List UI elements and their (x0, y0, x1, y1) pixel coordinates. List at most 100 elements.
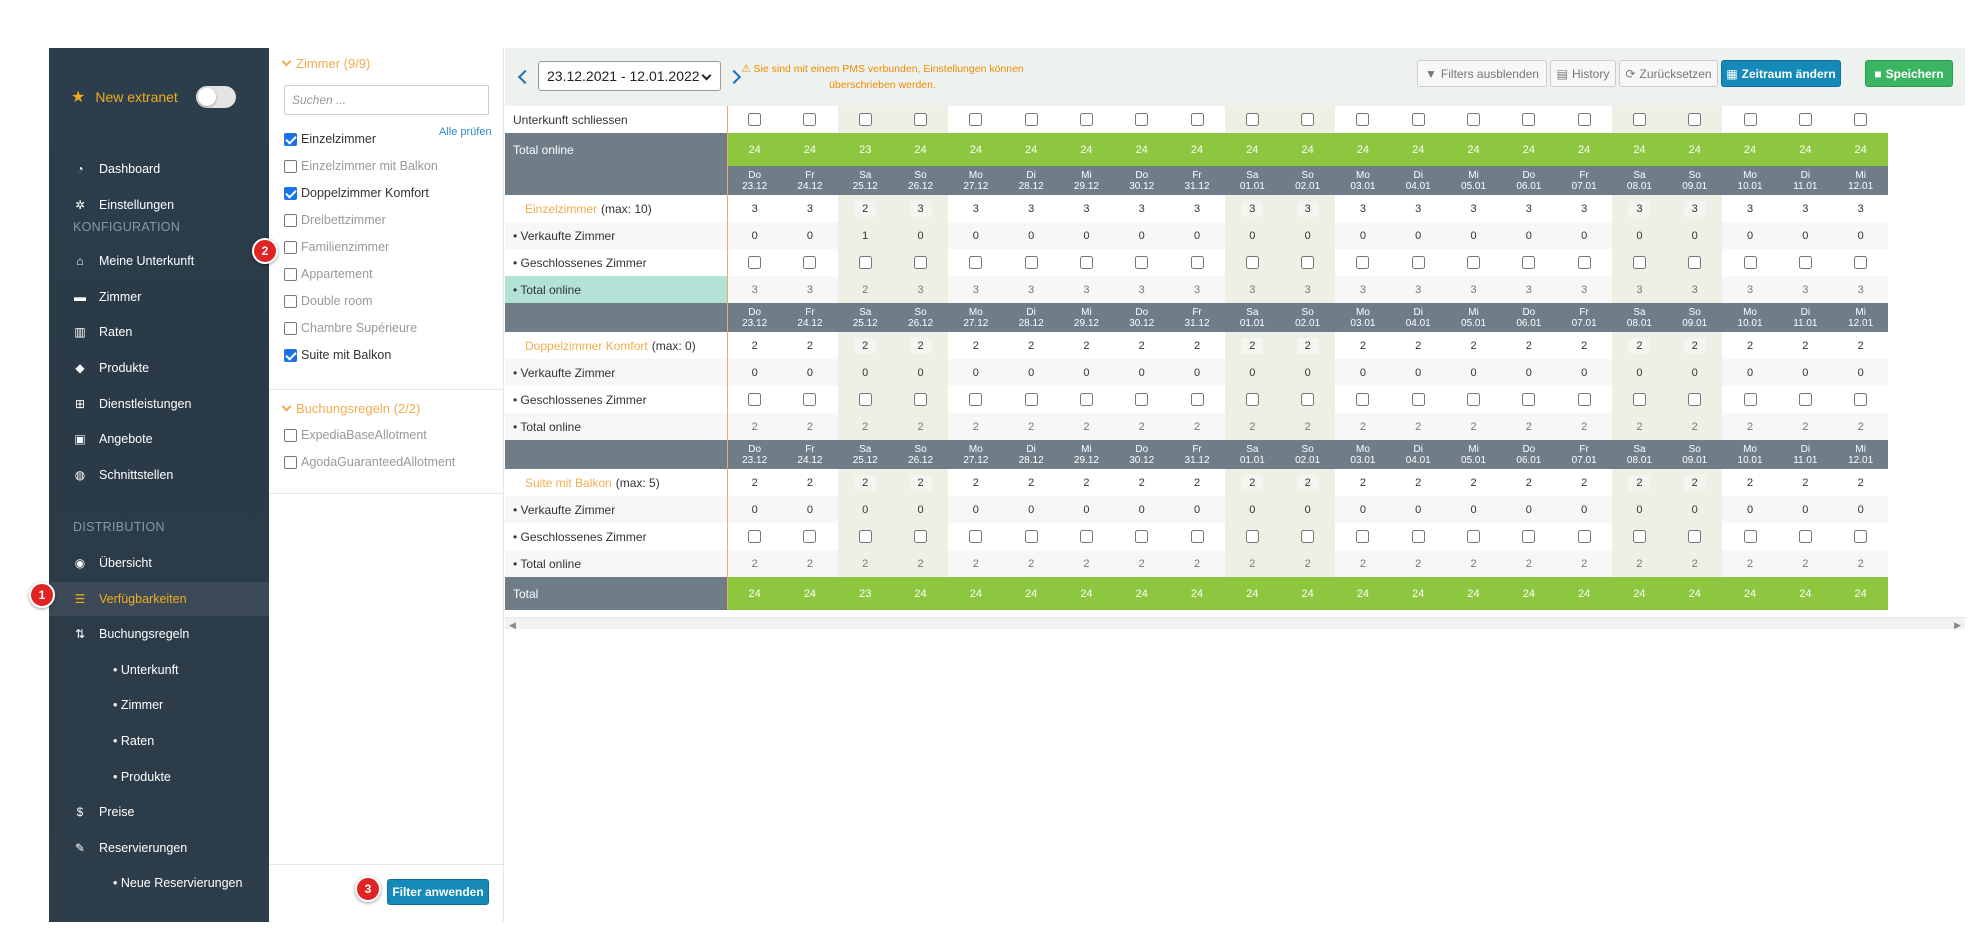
day-checkbox[interactable] (1467, 113, 1481, 126)
availability-input[interactable]: 3 (1802, 203, 1808, 215)
grid-cell[interactable] (1391, 523, 1446, 550)
grid-cell[interactable] (892, 249, 949, 276)
grid-cell[interactable] (1501, 249, 1556, 276)
grid-cell[interactable]: 3 (1722, 195, 1777, 222)
availability-input[interactable]: 3 (1194, 203, 1200, 215)
grid-cell[interactable] (892, 523, 949, 550)
day-checkbox[interactable] (1135, 113, 1149, 126)
grid-cell[interactable]: 2 (892, 469, 949, 496)
day-checkbox[interactable] (1632, 393, 1646, 406)
grid-cell[interactable]: 3 (1059, 195, 1114, 222)
grid-cell[interactable]: 2 (1667, 332, 1723, 359)
sidebar-item-dienstleistungen[interactable]: ⊞ Dienstleistungen (49, 387, 269, 421)
availability-input[interactable]: 2 (1628, 337, 1651, 354)
horizontal-scrollbar[interactable]: ◀ ▶ (505, 617, 1965, 630)
day-checkbox[interactable] (1522, 256, 1536, 269)
grid-cell[interactable] (727, 523, 782, 550)
grid-cell[interactable] (1611, 249, 1668, 276)
day-checkbox[interactable] (1743, 530, 1757, 543)
grid-cell[interactable] (1667, 249, 1723, 276)
grid-cell[interactable]: 2 (1778, 469, 1833, 496)
day-checkbox[interactable] (1798, 393, 1812, 406)
grid-cell[interactable]: 2 (948, 469, 1003, 496)
day-checkbox[interactable] (1688, 113, 1702, 126)
day-checkbox[interactable] (1135, 530, 1149, 543)
filter-checkbox-row[interactable]: Familienzimmer (284, 240, 389, 254)
grid-cell[interactable]: 2 (1114, 469, 1169, 496)
grid-cell[interactable]: 2 (1059, 332, 1114, 359)
day-checkbox[interactable] (1301, 393, 1315, 406)
day-checkbox[interactable] (1245, 530, 1259, 543)
day-checkbox[interactable] (969, 113, 983, 126)
availability-input[interactable]: 2 (854, 337, 877, 354)
availability-input[interactable]: 3 (1083, 203, 1089, 215)
sidebar-item-verfuegbarkeiten[interactable]: ☰ Verfügbarkeiten (49, 582, 269, 616)
availability-input[interactable]: 2 (1028, 477, 1034, 489)
day-checkbox[interactable] (803, 113, 817, 126)
grid-cell[interactable]: 2 (1722, 332, 1777, 359)
grid-cell[interactable]: 2 (1557, 332, 1612, 359)
grid-cell[interactable]: 3 (1611, 195, 1668, 222)
day-checkbox[interactable] (1688, 256, 1702, 269)
availability-input[interactable]: 3 (1628, 200, 1651, 217)
day-checkbox[interactable] (1577, 393, 1591, 406)
grid-cell[interactable]: 2 (837, 332, 893, 359)
grid-cell[interactable] (1833, 106, 1888, 133)
availability-input[interactable]: 2 (973, 477, 979, 489)
day-checkbox[interactable] (1688, 393, 1702, 406)
grid-cell[interactable] (1335, 523, 1390, 550)
grid-cell[interactable]: 2 (1391, 469, 1446, 496)
grid-cell[interactable]: 2 (1004, 469, 1059, 496)
checkbox[interactable] (284, 348, 297, 362)
availability-input[interactable]: 3 (1581, 203, 1587, 215)
availability-input[interactable]: 2 (909, 474, 932, 491)
filter-checkbox-row[interactable]: AgodaGuaranteedAllotment (284, 455, 455, 469)
grid-cell[interactable] (1280, 523, 1336, 550)
day-checkbox[interactable] (1577, 113, 1591, 126)
grid-cell[interactable] (1114, 523, 1169, 550)
grid-cell[interactable] (948, 106, 1003, 133)
grid-cell[interactable] (1335, 386, 1390, 413)
grid-cell[interactable]: 2 (1335, 469, 1390, 496)
day-checkbox[interactable] (914, 393, 928, 406)
history-button[interactable]: ▤ History (1550, 60, 1616, 87)
day-checkbox[interactable] (1798, 530, 1812, 543)
grid-cell[interactable]: 3 (1224, 195, 1280, 222)
grid-cell[interactable] (1059, 386, 1114, 413)
grid-cell[interactable]: 2 (948, 332, 1003, 359)
grid-cell[interactable] (837, 386, 893, 413)
grid-cell[interactable] (837, 249, 893, 276)
day-checkbox[interactable] (1522, 113, 1536, 126)
day-checkbox[interactable] (1411, 393, 1425, 406)
availability-input[interactable]: 3 (1139, 203, 1145, 215)
availability-input[interactable]: 2 (1360, 477, 1366, 489)
availability-input[interactable]: 3 (1858, 203, 1864, 215)
grid-cell[interactable] (1833, 523, 1888, 550)
save-button[interactable]: ■ Speichern (1865, 60, 1953, 87)
grid-cell[interactable]: 2 (1335, 332, 1390, 359)
day-checkbox[interactable] (803, 530, 817, 543)
sidebar-subitem-produkte[interactable]: • Produkte (49, 760, 269, 794)
grid-cell[interactable] (1004, 523, 1059, 550)
sidebar-item-schnittstellen[interactable]: ◍ Schnittstellen (49, 458, 269, 492)
availability-input[interactable]: 2 (1526, 477, 1532, 489)
grid-cell[interactable]: 3 (782, 195, 837, 222)
grid-cell[interactable] (948, 249, 1003, 276)
grid-cell[interactable]: 2 (1667, 469, 1723, 496)
filter-checkbox-row[interactable]: Suite mit Balkon (284, 348, 391, 362)
grid-cell[interactable] (1059, 523, 1114, 550)
sidebar-item-preise[interactable]: $ Preise (49, 795, 269, 829)
grid-cell[interactable]: 2 (1446, 469, 1501, 496)
grid-cell[interactable] (1833, 249, 1888, 276)
day-checkbox[interactable] (1632, 256, 1646, 269)
grid-cell[interactable] (1224, 386, 1280, 413)
day-checkbox[interactable] (1743, 393, 1757, 406)
grid-cell[interactable]: 2 (1446, 332, 1501, 359)
grid-cell[interactable] (1667, 386, 1723, 413)
grid-cell[interactable]: 3 (1667, 195, 1723, 222)
day-checkbox[interactable] (914, 113, 928, 126)
day-checkbox[interactable] (1854, 256, 1868, 269)
grid-cell[interactable]: 3 (948, 195, 1003, 222)
grid-cell[interactable] (727, 249, 782, 276)
day-checkbox[interactable] (1577, 530, 1591, 543)
